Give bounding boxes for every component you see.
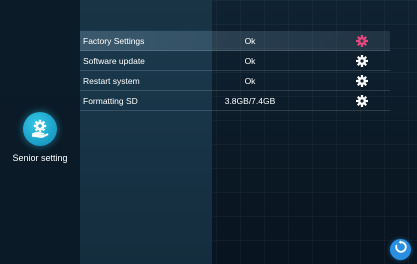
row-label: Software update [83, 55, 145, 66]
gear-icon[interactable] [356, 34, 368, 47]
sidebar: Senior setting [0, 0, 80, 264]
column-panel-header [80, 0, 212, 30]
gear-icon[interactable] [356, 94, 368, 107]
row-value: 3.8GB/7.4GB [224, 95, 276, 106]
settings-list: Factory Settings Ok Software update Ok R… [80, 31, 390, 111]
row-value: Ok [244, 55, 256, 66]
row-value: Ok [244, 35, 256, 46]
settings-row-factory-settings[interactable]: Factory Settings Ok [80, 31, 390, 51]
row-label: Formatting SD [83, 95, 138, 106]
refresh-back-icon [394, 240, 408, 259]
row-label: Factory Settings [83, 35, 145, 46]
settings-row-restart-system[interactable]: Restart system Ok [80, 71, 390, 91]
row-value: Ok [244, 75, 256, 86]
hand-gear-icon [23, 112, 57, 146]
row-label: Restart system [83, 75, 140, 86]
sidebar-item-senior-setting[interactable]: Senior setting [0, 112, 80, 172]
back-button[interactable] [390, 239, 411, 260]
settings-row-formatting-sd[interactable]: Formatting SD 3.8GB/7.4GB [80, 91, 390, 111]
settings-row-software-update[interactable]: Software update Ok [80, 51, 390, 71]
gear-icon[interactable] [356, 74, 368, 87]
gear-icon[interactable] [356, 54, 368, 67]
senior-setting-label: Senior setting [12, 153, 68, 163]
screen: Senior setting Factory Settings Ok Softw… [0, 0, 417, 264]
